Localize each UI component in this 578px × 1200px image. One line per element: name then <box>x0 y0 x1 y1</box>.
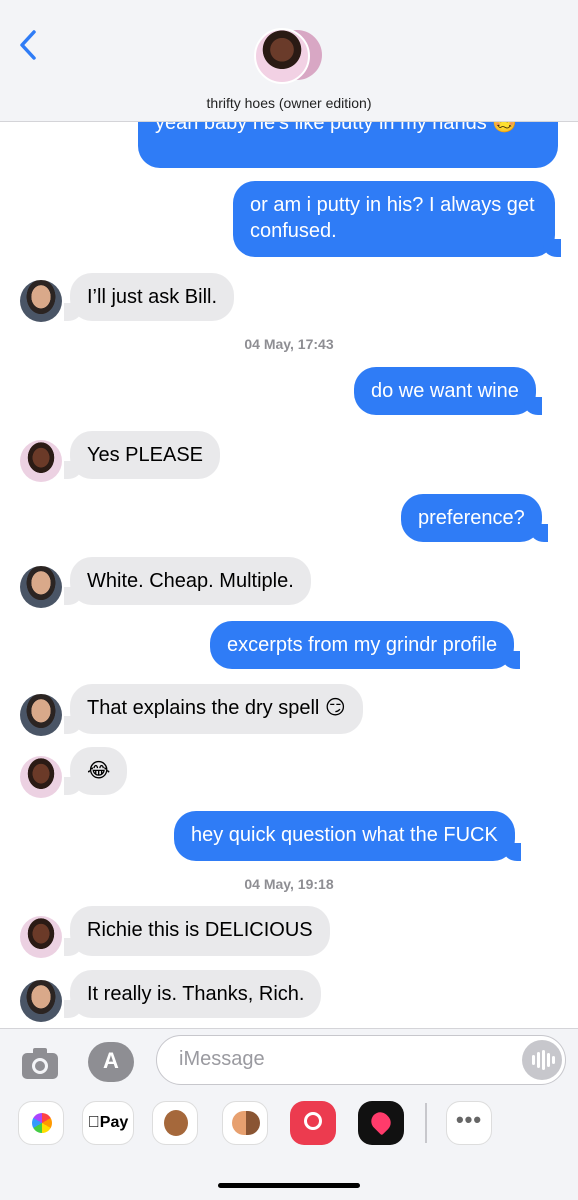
apple-pay-icon[interactable]: Pay <box>82 1101 134 1145</box>
message-text: do we want wine <box>371 380 519 402</box>
more-apps-label: ••• <box>455 1107 483 1132</box>
apple-pay-label: Pay <box>88 1114 128 1131</box>
memoji-stickers-icon[interactable] <box>222 1101 268 1145</box>
incoming-message[interactable]: Yes PLEASE <box>63 431 221 479</box>
incoming-message[interactable]: White. Cheap. Multiple. <box>64 557 311 605</box>
message-text: excerpts from my grindr profile <box>227 634 498 656</box>
message-text: I’ll just ask Bill. <box>87 286 218 308</box>
outgoing-message[interactable]: do we want wine <box>354 367 542 415</box>
avatar[interactable] <box>20 280 62 322</box>
photos-app-icon[interactable] <box>18 1101 64 1145</box>
incoming-message[interactable]: It really is. Thanks, Rich. <box>63 970 322 1018</box>
more-apps-icon[interactable]: ••• <box>446 1101 492 1145</box>
back-chevron-icon[interactable] <box>14 28 42 62</box>
message-text: or am i putty in his? I always get confu… <box>250 194 535 242</box>
conversation-header: thrifty hoes (owner edition) <box>0 0 578 122</box>
group-avatar[interactable] <box>254 28 326 88</box>
outgoing-message[interactable]: preference? <box>401 494 548 542</box>
avatar[interactable] <box>20 694 62 736</box>
app-drawer: Pay ••• <box>0 1101 578 1151</box>
incoming-message[interactable]: I’ll just ask Bill. <box>63 273 235 321</box>
timestamp: 04 May, 19:18 <box>244 876 334 892</box>
message-input-placeholder: iMessage <box>179 1048 265 1070</box>
avatar[interactable] <box>20 980 62 1022</box>
avatar[interactable] <box>20 440 62 482</box>
conversation-title[interactable]: thrifty hoes (owner edition) <box>0 95 578 111</box>
compose-bar: A iMessage Pay ••• <box>0 1028 578 1200</box>
animoji-icon[interactable] <box>152 1101 198 1145</box>
web-images-search-icon[interactable] <box>290 1101 336 1145</box>
app-store-icon: A <box>103 1048 119 1073</box>
message-thread[interactable]: yeah baby he's like putty in my hands 🥴 … <box>0 0 578 1030</box>
incoming-message[interactable]: That explains the dry spell 😏 <box>64 684 363 734</box>
message-text: That explains the dry spell 😏 <box>87 697 346 719</box>
drawer-divider <box>425 1103 427 1143</box>
incoming-message[interactable]: Richie this is DELICIOUS <box>64 906 330 956</box>
avatar[interactable] <box>20 756 62 798</box>
incoming-message[interactable]: 😂 <box>63 747 128 795</box>
outgoing-message[interactable]: or am i putty in his? I always get confu… <box>233 181 561 257</box>
timestamp: 04 May, 17:43 <box>244 336 334 352</box>
audio-record-button[interactable] <box>522 1040 562 1080</box>
home-indicator[interactable] <box>218 1183 360 1188</box>
avatar[interactable] <box>20 916 62 958</box>
camera-icon[interactable] <box>20 1045 60 1081</box>
avatar <box>254 28 310 84</box>
message-text: It really is. Thanks, Rich. <box>87 983 305 1005</box>
message-text: preference? <box>418 507 525 529</box>
message-input[interactable]: iMessage <box>156 1035 566 1085</box>
outgoing-message[interactable]: hey quick question what the FUCK <box>174 811 521 861</box>
message-text: Richie this is DELICIOUS <box>87 919 313 941</box>
message-text: 😂 <box>87 760 111 782</box>
avatar[interactable] <box>20 566 62 608</box>
app-store-button[interactable]: A <box>88 1042 134 1082</box>
message-text: Yes PLEASE <box>87 444 204 466</box>
digital-touch-icon[interactable] <box>358 1101 404 1145</box>
outgoing-message[interactable]: excerpts from my grindr profile <box>210 621 521 669</box>
message-text: hey quick question what the FUCK <box>191 824 498 846</box>
message-text: White. Cheap. Multiple. <box>87 570 294 592</box>
